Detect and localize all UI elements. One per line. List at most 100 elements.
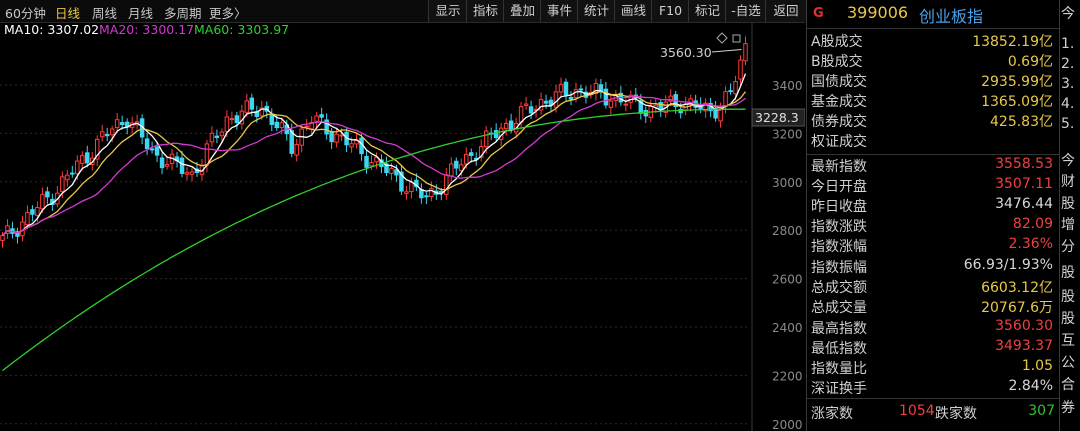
y-tick-label: 3200 [772, 127, 803, 141]
y-tick-label: 3000 [772, 176, 803, 190]
candle-down [493, 130, 499, 139]
event-button[interactable]: 事件 [540, 0, 578, 22]
quote-row: 最高指数 3560.30 [807, 317, 1059, 337]
period-multi[interactable]: 多周期 [164, 3, 202, 22]
down-count-label: 跌家数 [935, 406, 977, 422]
strip-item[interactable]: 合 [1061, 374, 1075, 394]
period-weekly[interactable]: 周线 [92, 3, 117, 22]
candle-up [40, 194, 45, 210]
strip-item[interactable]: 3. [1061, 76, 1074, 92]
strip-item[interactable]: 公 [1061, 352, 1075, 372]
candle-up [743, 43, 748, 62]
strip-item[interactable]: 股 [1061, 286, 1075, 306]
candle-down [154, 146, 160, 156]
candle-down [319, 114, 324, 118]
strip-item[interactable]: 4. [1061, 96, 1074, 112]
y-tick-label: 2000 [772, 418, 803, 431]
quote-row: 基金成交 1365.09亿 [807, 90, 1059, 110]
period-more[interactable]: 更多〉 [209, 3, 247, 22]
quote-panel: G 399006 创业板指 A股成交 13852.19亿 B股成交 0.69亿 国债成交… [806, 0, 1059, 431]
candle-down [508, 120, 514, 130]
quote-row: 今日开盘 3507.11 [807, 175, 1059, 195]
strip-item[interactable]: 互 [1061, 330, 1075, 350]
quote-label: 指数振幅 [811, 260, 867, 276]
ma20-label: MA20: 3300.17 [99, 22, 195, 37]
strip-item[interactable]: 1. [1061, 36, 1074, 52]
candle-down [214, 135, 220, 138]
candle-up [109, 128, 115, 136]
ma-long-line [2, 108, 746, 372]
index-code[interactable]: 399006 [847, 3, 908, 22]
back-button[interactable]: 返回 [765, 0, 806, 22]
down-count-value: 307 [1028, 403, 1055, 419]
quote-value: 1.05 [1021, 358, 1053, 374]
candle-up [349, 143, 354, 148]
overlay-button[interactable]: 叠加 [503, 0, 541, 22]
candle-up [209, 132, 215, 143]
strip-item[interactable]: 2. [1061, 56, 1074, 72]
quote-value: 66.93/1.93% [963, 257, 1053, 273]
candle-up [733, 81, 738, 95]
candle-up [464, 153, 469, 165]
mark-button[interactable]: 标记 [688, 0, 726, 22]
quote-value: 2.36% [1008, 236, 1053, 252]
strip-item[interactable]: 今 [1061, 3, 1075, 23]
quote-row: 指数量比 1.05 [807, 357, 1059, 377]
quote-label: 最新指数 [811, 159, 867, 175]
f10-button[interactable]: F10 [651, 0, 689, 22]
stats-button[interactable]: 统计 [577, 0, 615, 22]
candle-up [184, 172, 190, 175]
ma60-label: MA60: 3303.97 [194, 22, 290, 37]
candle-up [35, 207, 40, 216]
candle-up [244, 100, 250, 113]
candle-down [643, 110, 649, 117]
strip-item[interactable]: 5. [1061, 116, 1074, 132]
candle-up [25, 211, 30, 226]
candle-down [578, 88, 584, 91]
display-button[interactable]: 显示 [428, 0, 467, 22]
quote-label: 指数涨跌 [811, 219, 867, 235]
candle-up [449, 163, 454, 177]
remove-watchlist-button[interactable]: -自选 [725, 0, 766, 22]
quote-row: 昨日收盘 3476.44 [807, 195, 1059, 215]
candle-up [99, 131, 105, 138]
candle-up [369, 162, 374, 167]
strip-item[interactable]: 股 [1061, 193, 1075, 213]
period-daily[interactable]: 日线 [55, 3, 80, 22]
quote-row: 深证换手 2.84% [807, 377, 1059, 397]
quote-value: 2.84% [1008, 378, 1053, 394]
current-price-label: 3228.3 [755, 110, 799, 125]
strip-item[interactable]: 分 [1061, 236, 1075, 256]
strip-item[interactable]: 股 [1061, 262, 1075, 282]
strip-item[interactable]: 今 [1061, 150, 1075, 170]
candle-up [314, 115, 319, 122]
high-annotation: 3560.30 [660, 45, 712, 60]
indicator-button[interactable]: 指标 [466, 0, 504, 22]
quote-label: 最高指数 [811, 321, 867, 337]
period-60min[interactable]: 60分钟 [5, 3, 46, 22]
quote-row: 总成交额 6603.12亿 [807, 276, 1059, 296]
period-monthly[interactable]: 月线 [128, 3, 153, 22]
candle-up [483, 130, 489, 148]
index-name[interactable]: 创业板指 [919, 3, 983, 27]
square-icon[interactable] [732, 34, 741, 43]
candle-up [229, 118, 235, 121]
strip-item[interactable]: 券 [1061, 397, 1075, 417]
quote-value: 1365.09亿 [981, 94, 1053, 110]
diamond-icon[interactable] [716, 32, 728, 44]
candle-up [553, 91, 559, 108]
candlestick-chart[interactable]: 3400 3200 3000 2800 2600 2400 2200 2000 3560.30… [0, 0, 805, 431]
candle-up [558, 83, 564, 93]
candle-up [60, 176, 65, 192]
quote-label: 基金成交 [811, 94, 867, 110]
quote-label: 昨日收盘 [811, 199, 867, 215]
quote-label: 债券成交 [811, 114, 867, 130]
y-tick-label: 2200 [772, 369, 803, 383]
strip-item[interactable]: 增 [1061, 214, 1075, 234]
strip-item[interactable]: 股 [1061, 308, 1075, 328]
draw-line-button[interactable]: 画线 [614, 0, 652, 22]
strip-item[interactable]: 财 [1061, 171, 1075, 191]
candle-down [104, 133, 110, 137]
candle-up [334, 133, 339, 143]
candle-up [80, 155, 85, 164]
